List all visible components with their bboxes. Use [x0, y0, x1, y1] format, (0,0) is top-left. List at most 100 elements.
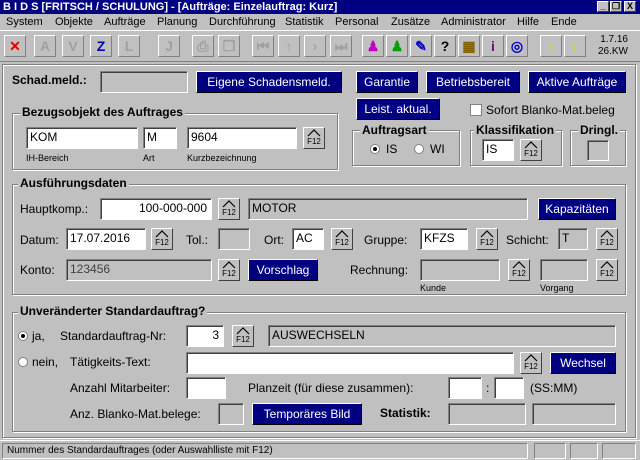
f12-lookup-datum[interactable]: F12 — [151, 228, 173, 250]
f12-lookup-kurz[interactable]: F12 — [303, 127, 325, 149]
menu-auftraege[interactable]: Aufträge — [104, 14, 146, 30]
globe-icon[interactable]: ◎ — [506, 35, 528, 57]
f12-lookup-ort[interactable]: F12 — [331, 228, 353, 250]
f12-lookup-konto[interactable]: F12 — [218, 259, 240, 281]
garantie-button[interactable]: Garantie — [356, 71, 418, 93]
next-record-icon[interactable]: › — [304, 35, 326, 57]
first-record-icon[interactable]: ⏮ — [252, 35, 274, 57]
ort-label: Ort: — [264, 233, 284, 247]
j-icon[interactable]: J — [158, 35, 180, 57]
f12-lookup-klass[interactable]: F12 — [520, 139, 542, 161]
menu-system[interactable]: System — [6, 14, 43, 30]
copy-icon[interactable]: ❐ — [218, 35, 240, 57]
auftragsart-wi-radio[interactable] — [414, 144, 424, 154]
temporaeres-bild-button[interactable]: Temporäres Bild — [252, 403, 362, 425]
menu-durchfuehrung[interactable]: Durchführung — [209, 14, 276, 30]
f12-lookup-schicht[interactable]: F12 — [596, 228, 618, 250]
info-icon[interactable]: i — [482, 35, 504, 57]
wechsel-button[interactable]: Wechsel — [550, 352, 616, 374]
betriebsbereit-button[interactable]: Betriebsbereit — [426, 71, 520, 93]
aktive-auftraege-button[interactable]: Aktive Aufträge — [528, 71, 626, 93]
nein-radio[interactable] — [18, 357, 28, 367]
help-icon[interactable]: ? — [434, 35, 456, 57]
eigene-schadensmeld-button[interactable]: Eigene Schadensmeld. — [196, 71, 342, 93]
arrow-down-icon[interactable]: ↓ — [564, 35, 586, 57]
f12-label: F12 — [512, 269, 526, 278]
ort-input[interactable]: AC — [292, 228, 324, 250]
vorschlag-button[interactable]: Vorschlag — [248, 259, 318, 281]
konto-input[interactable]: 123456 — [66, 259, 212, 281]
kapazitaeten-button[interactable]: Kapazitäten — [538, 198, 616, 220]
ja-radio[interactable] — [18, 331, 28, 341]
version-info: 1.7.16 26.KW — [596, 34, 628, 58]
minimize-button[interactable]: _ — [597, 1, 609, 12]
sofort-blanko-checkbox[interactable] — [470, 104, 482, 116]
tol-input[interactable] — [218, 228, 250, 250]
print-icon[interactable]: ⎙ — [192, 35, 214, 57]
hauptkomp-input[interactable]: 100-000-000 — [100, 198, 212, 220]
standardauftrag-nr-input[interactable]: 3 — [186, 325, 224, 347]
schad-input[interactable] — [100, 71, 188, 93]
ih-bereich-input[interactable]: KOM — [26, 127, 138, 149]
blanko-mat-belege-input[interactable] — [218, 403, 244, 425]
planzeit-label: Planzeit (für diese zusammen): — [248, 381, 414, 395]
f12-label: F12 — [524, 149, 538, 158]
datum-input[interactable]: 17.07.2016 — [66, 228, 146, 250]
z-icon[interactable]: Z — [90, 35, 112, 57]
blanko-mat-belege-label: Anz. Blanko-Mat.belege: — [70, 407, 201, 421]
arrow-up-icon[interactable]: ↑ — [540, 35, 562, 57]
menu-bar: System Objekte Aufträge Planung Durchfüh… — [0, 14, 640, 30]
rechnung-vorgang-input[interactable] — [540, 259, 588, 281]
menu-zusaetze[interactable]: Zusätze — [391, 14, 430, 30]
anzahl-mitarbeiter-input[interactable] — [186, 377, 226, 399]
prev-record-icon[interactable]: ↑ — [278, 35, 300, 57]
cabinet-icon[interactable]: ▦ — [458, 35, 480, 57]
bezugsobjekt-header: Bezugsobjekt des Auftrages — [20, 105, 185, 119]
vorgang-label: Vorgang — [540, 283, 574, 293]
restore-button[interactable]: ❐ — [610, 1, 622, 12]
planzeit-hours-input[interactable] — [448, 377, 482, 399]
klassifikation-header: Klassifikation — [474, 123, 557, 137]
menu-personal[interactable]: Personal — [335, 14, 378, 30]
toolbar: ✕ A V Z L J ⎙ ❐ ⏮ ↑ › ⏭ ♟ ♟ ✎ ? ▦ i ◎ ↑ … — [0, 30, 640, 62]
f12-label: F12 — [480, 238, 494, 247]
menu-ende[interactable]: Ende — [551, 14, 577, 30]
person-green-icon[interactable]: ♟ — [386, 35, 408, 57]
schicht-input[interactable]: T — [558, 228, 588, 250]
menu-administrator[interactable]: Administrator — [441, 14, 506, 30]
person-icon[interactable]: ♟ — [362, 35, 384, 57]
f12-lookup-hauptkomp[interactable]: F12 — [218, 198, 240, 220]
f12-label: F12 — [222, 208, 236, 217]
pen-icon[interactable]: ✎ — [410, 35, 432, 57]
kurzbezeichnung-input[interactable]: 9604 — [187, 127, 297, 149]
change-icon[interactable]: V — [62, 35, 84, 57]
first-icon[interactable]: A — [34, 35, 56, 57]
close-window-button[interactable]: X — [624, 1, 636, 12]
leist-aktual-button[interactable]: Leist. aktual. — [356, 98, 440, 120]
menu-planung[interactable]: Planung — [157, 14, 197, 30]
f12-lookup-taetigkeit[interactable]: F12 — [520, 352, 542, 374]
f12-lookup-kunde[interactable]: F12 — [508, 259, 530, 281]
menu-hilfe[interactable]: Hilfe — [517, 14, 539, 30]
datum-label: Datum: — [20, 233, 59, 247]
f12-lookup-vorgang[interactable]: F12 — [596, 259, 618, 281]
f12-label: F12 — [307, 137, 321, 146]
gruppe-input[interactable]: KFZS — [420, 228, 468, 250]
hauptkomp-text: MOTOR — [248, 198, 528, 220]
klassifikation-input[interactable]: IS — [482, 139, 514, 161]
planzeit-minutes-input[interactable] — [494, 377, 524, 399]
taetigkeits-text-input[interactable] — [186, 352, 514, 374]
menu-objekte[interactable]: Objekte — [55, 14, 93, 30]
dringl-input[interactable] — [587, 140, 609, 161]
standardauftrag-header: Unveränderter Standardauftrag? — [18, 304, 208, 318]
l-icon[interactable]: L — [118, 35, 140, 57]
f12-lookup-standardauftrag[interactable]: F12 — [232, 325, 254, 347]
f12-lookup-gruppe[interactable]: F12 — [476, 228, 498, 250]
cancel-icon[interactable]: ✕ — [4, 35, 26, 57]
lookup-icon — [222, 200, 236, 208]
rechnung-kunde-input[interactable] — [420, 259, 500, 281]
last-record-icon[interactable]: ⏭ — [330, 35, 352, 57]
art-input[interactable]: M — [143, 127, 177, 149]
menu-statistik[interactable]: Statistik — [285, 14, 324, 30]
auftragsart-is-radio[interactable] — [370, 144, 380, 154]
